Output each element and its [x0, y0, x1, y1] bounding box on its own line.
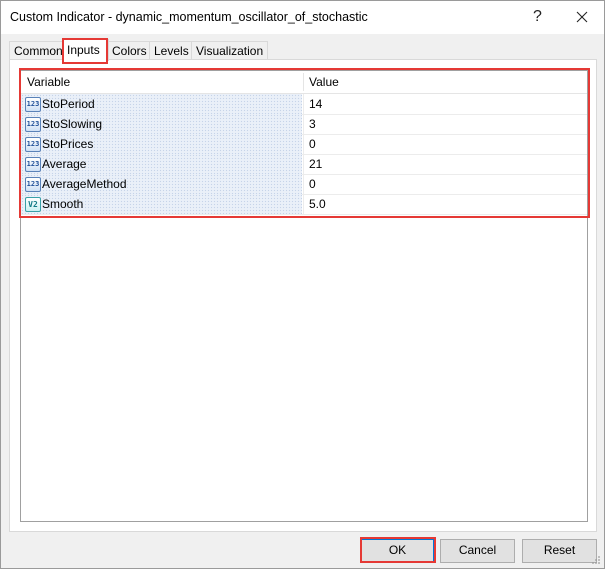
- integer-icon: 123: [25, 137, 41, 152]
- help-button[interactable]: ?: [515, 1, 560, 33]
- resize-grip-icon[interactable]: [591, 555, 601, 565]
- variable-value[interactable]: 5.0: [309, 194, 326, 214]
- ok-button[interactable]: OK: [361, 539, 434, 563]
- variable-value[interactable]: 21: [309, 154, 322, 174]
- variable-name: StoPrices: [42, 137, 94, 151]
- grid-header: Variable Value: [21, 71, 587, 94]
- tab-colors[interactable]: Colors: [107, 41, 152, 60]
- variable-name: StoSlowing: [42, 117, 103, 131]
- cell-separator: [303, 194, 304, 214]
- tab-inputs[interactable]: Inputs: [62, 39, 109, 61]
- variable-name: Average: [42, 157, 87, 171]
- title-bar: Custom Indicator - dynamic_momentum_osci…: [1, 1, 604, 34]
- tab-visualization[interactable]: Visualization: [191, 41, 268, 60]
- cell-separator: [303, 174, 304, 194]
- variable-value[interactable]: 0: [309, 174, 316, 194]
- inputs-grid: Variable Value 123 StoPeriod 14 123 StoS…: [20, 70, 588, 522]
- cell-separator: [303, 154, 304, 174]
- table-row[interactable]: 123 StoPrices 0: [21, 134, 587, 155]
- integer-icon: 123: [25, 117, 41, 132]
- integer-icon: 123: [25, 157, 41, 172]
- variable-value[interactable]: 14: [309, 94, 322, 114]
- column-header-variable[interactable]: Variable: [27, 71, 70, 93]
- inputs-panel: Variable Value 123 StoPeriod 14 123 StoS…: [9, 59, 597, 532]
- window-title: Custom Indicator - dynamic_momentum_osci…: [10, 10, 368, 24]
- cell-separator: [303, 114, 304, 134]
- table-row[interactable]: 123 StoSlowing 3: [21, 114, 587, 135]
- close-icon: [576, 11, 587, 23]
- tab-common[interactable]: Common: [9, 41, 64, 60]
- variable-name: Smooth: [42, 197, 84, 211]
- cell-separator: [303, 134, 304, 154]
- table-row[interactable]: 123 AverageMethod 0: [21, 174, 587, 195]
- integer-icon: 123: [25, 177, 41, 192]
- double-icon: V2: [25, 197, 41, 212]
- cell-separator: [303, 94, 304, 114]
- table-row[interactable]: 123 StoPeriod 14: [21, 94, 587, 115]
- reset-button[interactable]: Reset: [522, 539, 597, 563]
- table-row[interactable]: 123 Average 21: [21, 154, 587, 175]
- close-button[interactable]: [559, 1, 604, 33]
- variable-name: StoPeriod: [42, 97, 95, 111]
- tab-levels[interactable]: Levels: [149, 41, 196, 60]
- table-row[interactable]: V2 Smooth 5.0: [21, 194, 587, 215]
- custom-indicator-dialog: Custom Indicator - dynamic_momentum_osci…: [0, 0, 605, 569]
- column-header-value[interactable]: Value: [309, 71, 339, 93]
- variable-name: AverageMethod: [42, 177, 127, 191]
- integer-icon: 123: [25, 97, 41, 112]
- variable-value[interactable]: 3: [309, 114, 316, 134]
- cancel-button[interactable]: Cancel: [440, 539, 515, 563]
- column-separator[interactable]: [303, 73, 304, 91]
- variable-value[interactable]: 0: [309, 134, 316, 154]
